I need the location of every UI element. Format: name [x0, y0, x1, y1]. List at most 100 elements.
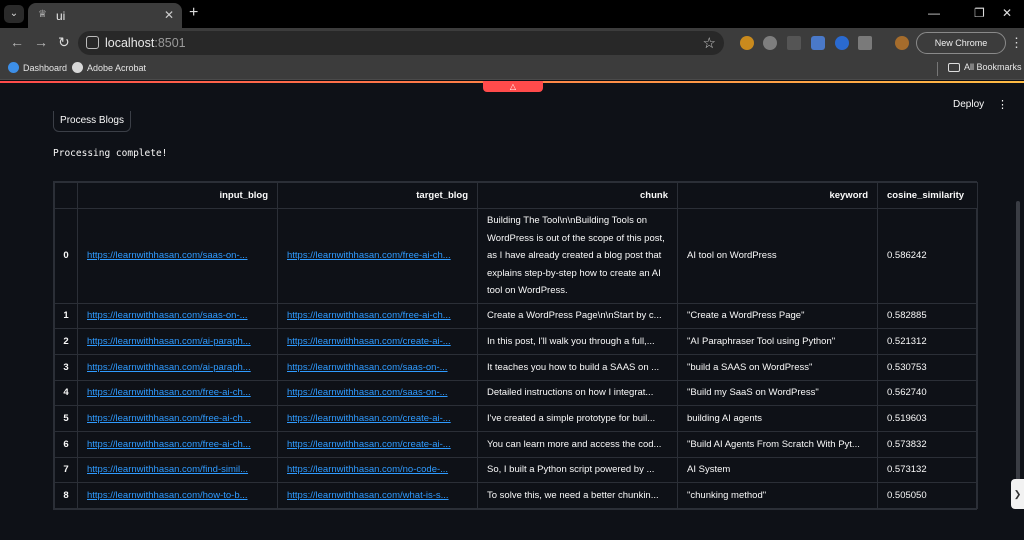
chunk-cell[interactable]: To solve this, we need a better chunkin.…: [477, 482, 678, 509]
column-header[interactable]: input_blog: [77, 182, 278, 209]
table-row[interactable]: 7 https://learnwithhasan.com/find-simil..…: [54, 456, 978, 484]
input-blog-cell[interactable]: https://learnwithhasan.com/ai-paraph...: [77, 353, 278, 381]
input-blog-cell[interactable]: https://learnwithhasan.com/ai-paraph...: [77, 328, 278, 355]
chunk-cell[interactable]: Detailed instructions on how I integrat.…: [477, 379, 678, 407]
chunk-cell[interactable]: I've created a simple prototype for buil…: [477, 405, 678, 432]
chunk-cell[interactable]: Create a WordPress Page\n\nStart by c...: [477, 302, 678, 330]
row-index[interactable]: 0: [54, 208, 78, 304]
keyword-cell[interactable]: "Build AI Agents From Scratch With Pyt..…: [677, 430, 878, 458]
cosine-similarity-cell[interactable]: 0.521312: [877, 328, 978, 355]
keyword-cell[interactable]: building AI agents: [677, 405, 878, 432]
window-close-icon[interactable]: ✕: [1002, 6, 1012, 20]
avatar[interactable]: [895, 36, 909, 50]
cosine-similarity-cell[interactable]: 0.530753: [877, 353, 978, 381]
blog-link[interactable]: https://learnwithhasan.com/saas-on-...: [287, 362, 448, 373]
extension-icon[interactable]: [740, 36, 754, 50]
new-chrome-available-button[interactable]: New Chrome available: [916, 32, 1006, 68]
row-index[interactable]: 8: [54, 482, 78, 509]
extension-icon[interactable]: [811, 36, 825, 50]
table-row[interactable]: 4 https://learnwithhasan.com/free-ai-ch..…: [54, 379, 978, 407]
keyword-cell[interactable]: "AI Paraphraser Tool using Python": [677, 328, 878, 355]
input-blog-cell[interactable]: https://learnwithhasan.com/free-ai-ch...: [77, 405, 278, 432]
row-index[interactable]: 6: [54, 430, 78, 458]
target-blog-cell[interactable]: https://learnwithhasan.com/create-ai-...: [277, 430, 478, 458]
browser-tab[interactable]: ♕ ui ✕: [28, 3, 182, 28]
blog-link[interactable]: https://learnwithhasan.com/create-ai-...: [287, 336, 451, 347]
bookmark-dashboard[interactable]: Dashboard: [8, 62, 67, 73]
cosine-similarity-cell[interactable]: 0.582885: [877, 302, 978, 330]
restore-icon[interactable]: ❐: [974, 6, 985, 20]
shield-icon[interactable]: [763, 36, 777, 50]
keyword-cell[interactable]: "Build my SaaS on WordPress": [677, 379, 878, 407]
column-header[interactable]: chunk: [477, 182, 678, 209]
process-blogs-button[interactable]: Process Blogs: [53, 111, 131, 132]
reload-icon[interactable]: ↻: [58, 35, 70, 49]
page-scrollbar[interactable]: [1016, 201, 1020, 481]
input-blog-cell[interactable]: https://learnwithhasan.com/saas-on-...: [77, 208, 278, 304]
keyword-cell[interactable]: "Create a WordPress Page": [677, 302, 878, 330]
chunk-cell[interactable]: It teaches you how to build a SAAS on ..…: [477, 353, 678, 381]
column-header[interactable]: cosine_similarity: [877, 182, 978, 209]
blog-link[interactable]: https://learnwithhasan.com/saas-on-...: [287, 387, 448, 398]
input-blog-cell[interactable]: https://learnwithhasan.com/how-to-b...: [77, 482, 278, 509]
table-row[interactable]: 1 https://learnwithhasan.com/saas-on-... h…: [54, 302, 978, 330]
tab-search-button[interactable]: ⌄: [4, 5, 24, 23]
blog-link[interactable]: https://learnwithhasan.com/what-is-s...: [287, 490, 449, 501]
table-row[interactable]: 3 https://learnwithhasan.com/ai-paraph...…: [54, 353, 978, 381]
table-row[interactable]: 0 https://learnwithhasan.com/saas-on-... h…: [54, 208, 978, 304]
puzzle-icon[interactable]: [858, 36, 872, 50]
target-blog-cell[interactable]: https://learnwithhasan.com/create-ai-...: [277, 405, 478, 432]
cosine-similarity-cell[interactable]: 0.573132: [877, 456, 978, 484]
target-blog-cell[interactable]: https://learnwithhasan.com/no-code-...: [277, 456, 478, 484]
row-index[interactable]: 4: [54, 379, 78, 407]
chunk-cell[interactable]: You can learn more and access the cod...: [477, 430, 678, 458]
all-bookmarks[interactable]: All Bookmarks: [948, 62, 1022, 72]
address-bar[interactable]: localhost:8501 ☆: [78, 31, 724, 55]
table-row[interactable]: 2 https://learnwithhasan.com/ai-paraph...…: [54, 328, 978, 355]
blog-link[interactable]: https://learnwithhasan.com/saas-on-...: [87, 250, 248, 261]
blog-link[interactable]: https://learnwithhasan.com/free-ai-ch...: [87, 387, 251, 398]
new-tab-button[interactable]: +: [189, 5, 198, 21]
row-index[interactable]: 5: [54, 405, 78, 432]
row-index[interactable]: 2: [54, 328, 78, 355]
column-header[interactable]: [54, 182, 78, 209]
bookmark-adobe-acrobat[interactable]: Adobe Acrobat: [72, 62, 146, 73]
cosine-similarity-cell[interactable]: 0.505050: [877, 482, 978, 509]
blog-link[interactable]: https://learnwithhasan.com/saas-on-...: [87, 310, 248, 321]
chunk-cell[interactable]: So, I built a Python script powered by .…: [477, 456, 678, 484]
column-header[interactable]: target_blog: [277, 182, 478, 209]
cosine-similarity-cell[interactable]: 0.573832: [877, 430, 978, 458]
blog-link[interactable]: https://learnwithhasan.com/create-ai-...: [287, 439, 451, 450]
blog-link[interactable]: https://learnwithhasan.com/how-to-b...: [87, 490, 248, 501]
target-blog-cell[interactable]: https://learnwithhasan.com/saas-on-...: [277, 353, 478, 381]
back-icon[interactable]: ←: [10, 35, 24, 49]
cosine-similarity-cell[interactable]: 0.562740: [877, 379, 978, 407]
blog-link[interactable]: https://learnwithhasan.com/ai-paraph...: [87, 336, 251, 347]
blog-link[interactable]: https://learnwithhasan.com/free-ai-ch...: [87, 413, 251, 424]
chunk-cell[interactable]: In this post, I'll walk you through a fu…: [477, 328, 678, 355]
bookmark-star-icon[interactable]: ☆: [703, 34, 716, 52]
target-blog-cell[interactable]: https://learnwithhasan.com/free-ai-ch...: [277, 302, 478, 330]
forward-icon[interactable]: →: [34, 35, 48, 49]
keyword-cell[interactable]: "build a SAAS on WordPress": [677, 353, 878, 381]
input-blog-cell[interactable]: https://learnwithhasan.com/free-ai-ch...: [77, 430, 278, 458]
blog-link[interactable]: https://learnwithhasan.com/free-ai-ch...: [287, 310, 451, 321]
blog-link[interactable]: https://learnwithhasan.com/no-code-...: [287, 464, 448, 475]
blog-link[interactable]: https://learnwithhasan.com/create-ai-...: [287, 413, 451, 424]
results-dataframe[interactable]: input_blog target_blog chunk keyword cos…: [53, 181, 978, 510]
blog-link[interactable]: https://learnwithhasan.com/ai-paraph...: [87, 362, 251, 373]
extension-icon[interactable]: [787, 36, 801, 50]
streamlit-status-indicator[interactable]: △: [483, 81, 543, 92]
input-blog-cell[interactable]: https://learnwithhasan.com/saas-on-...: [77, 302, 278, 330]
table-row[interactable]: 6 https://learnwithhasan.com/free-ai-ch..…: [54, 430, 978, 458]
keyword-cell[interactable]: AI tool on WordPress: [677, 208, 878, 304]
blog-link[interactable]: https://learnwithhasan.com/free-ai-ch...: [87, 439, 251, 450]
row-index[interactable]: 7: [54, 456, 78, 484]
table-row[interactable]: 5 https://learnwithhasan.com/free-ai-ch..…: [54, 405, 978, 432]
target-blog-cell[interactable]: https://learnwithhasan.com/free-ai-ch...: [277, 208, 478, 304]
cosine-similarity-cell[interactable]: 0.519603: [877, 405, 978, 432]
chrome-menu-icon[interactable]: ⋮: [1010, 35, 1023, 51]
target-blog-cell[interactable]: https://learnwithhasan.com/create-ai-...: [277, 328, 478, 355]
row-index[interactable]: 3: [54, 353, 78, 381]
minimize-icon[interactable]: —: [928, 6, 940, 20]
